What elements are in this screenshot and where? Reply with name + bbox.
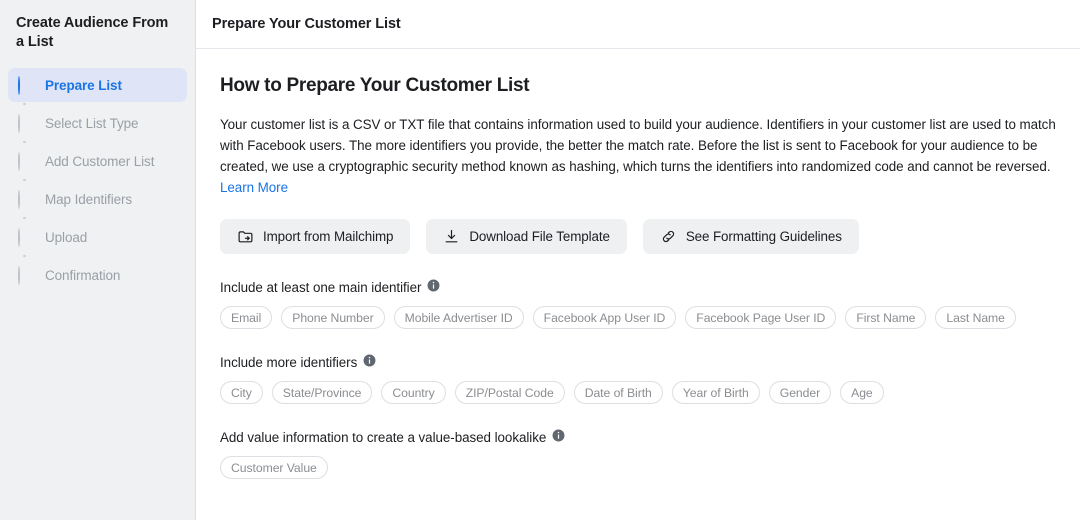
group-label-text: Add value information to create a value-… bbox=[220, 429, 547, 445]
sidebar-step-upload[interactable]: Upload bbox=[8, 220, 187, 254]
sidebar-step-map-identifiers[interactable]: Map Identifiers bbox=[8, 182, 187, 216]
chip-phone-number[interactable]: Phone Number bbox=[281, 306, 385, 329]
download-icon bbox=[443, 228, 460, 245]
empty-circle-icon bbox=[18, 227, 35, 247]
learn-more-link[interactable]: Learn More bbox=[220, 180, 288, 195]
sidebar-step-select-list-type[interactable]: Select List Type bbox=[8, 106, 187, 140]
sidebar-step-confirmation[interactable]: Confirmation bbox=[8, 258, 187, 292]
main-identifiers-group: Include at least one main identifier Ema… bbox=[220, 279, 1064, 329]
value-information-chips: Customer Value bbox=[220, 456, 1064, 479]
chip-facebook-app-user-id[interactable]: Facebook App User ID bbox=[532, 306, 677, 329]
empty-circle-icon bbox=[18, 265, 35, 285]
sidebar-step-label: Confirmation bbox=[45, 267, 121, 283]
chip-customer-value[interactable]: Customer Value bbox=[220, 456, 328, 479]
main-panel: Prepare Your Customer List How to Prepar… bbox=[196, 0, 1080, 520]
main-identifiers-chips: Email Phone Number Mobile Advertiser ID … bbox=[220, 306, 1064, 329]
chip-date-of-birth[interactable]: Date of Birth bbox=[573, 381, 663, 404]
sidebar-step-label: Upload bbox=[45, 229, 88, 245]
chip-state-province[interactable]: State/Province bbox=[271, 381, 373, 404]
chip-country[interactable]: Country bbox=[381, 381, 446, 404]
chip-age[interactable]: Age bbox=[840, 381, 884, 404]
chip-first-name[interactable]: First Name bbox=[845, 306, 927, 329]
download-file-template-button[interactable]: Download File Template bbox=[426, 219, 627, 254]
sidebar-step-add-customer-list[interactable]: Add Customer List bbox=[8, 144, 187, 178]
main-content: How to Prepare Your Customer List Your c… bbox=[196, 49, 1080, 479]
value-information-label: Add value information to create a value-… bbox=[220, 429, 1064, 445]
chip-last-name[interactable]: Last Name bbox=[935, 306, 1016, 329]
info-icon[interactable] bbox=[427, 279, 440, 295]
chip-facebook-page-user-id[interactable]: Facebook Page User ID bbox=[685, 306, 837, 329]
button-label: Download File Template bbox=[469, 229, 610, 244]
chip-year-of-birth[interactable]: Year of Birth bbox=[671, 381, 760, 404]
group-label-text: Include at least one main identifier bbox=[220, 279, 422, 295]
more-identifiers-group: Include more identifiers City State/Prov… bbox=[220, 354, 1064, 404]
main-header: Prepare Your Customer List bbox=[196, 0, 1080, 49]
empty-circle-icon bbox=[18, 189, 35, 209]
button-label: See Formatting Guidelines bbox=[685, 229, 842, 244]
see-formatting-guidelines-button[interactable]: See Formatting Guidelines bbox=[642, 219, 859, 254]
create-audience-wizard: Create Audience From a List Prepare List… bbox=[0, 0, 1080, 520]
action-button-row: Import from Mailchimp Download File Temp… bbox=[220, 219, 1064, 254]
intro-paragraph-text: Your customer list is a CSV or TXT file … bbox=[220, 117, 1056, 174]
folder-import-icon bbox=[237, 228, 254, 245]
empty-circle-icon bbox=[18, 113, 35, 133]
sidebar-step-label: Add Customer List bbox=[45, 153, 155, 169]
empty-circle-icon bbox=[18, 151, 35, 171]
sidebar-title: Create Audience From a List bbox=[16, 15, 169, 50]
button-label: Import from Mailchimp bbox=[263, 229, 394, 244]
chip-gender[interactable]: Gender bbox=[768, 381, 832, 404]
page-title: Prepare Your Customer List bbox=[212, 16, 401, 32]
chip-zip-postal-code[interactable]: ZIP/Postal Code bbox=[454, 381, 565, 404]
chip-email[interactable]: Email bbox=[220, 306, 273, 329]
wizard-steps: Prepare List Select List Type Add Custom… bbox=[8, 68, 187, 292]
group-label-text: Include more identifiers bbox=[220, 354, 358, 370]
import-from-mailchimp-button[interactable]: Import from Mailchimp bbox=[220, 219, 411, 254]
section-heading: How to Prepare Your Customer List bbox=[220, 75, 530, 96]
link-icon bbox=[660, 228, 677, 245]
sidebar-step-label: Select List Type bbox=[45, 115, 139, 131]
intro-paragraph: Your customer list is a CSV or TXT file … bbox=[220, 114, 1064, 198]
info-icon[interactable] bbox=[552, 429, 565, 445]
wizard-sidebar: Create Audience From a List Prepare List… bbox=[0, 0, 196, 520]
main-identifiers-label: Include at least one main identifier bbox=[220, 279, 1064, 295]
chip-city[interactable]: City bbox=[220, 381, 263, 404]
chip-mobile-advertiser-id[interactable]: Mobile Advertiser ID bbox=[393, 306, 524, 329]
sidebar-step-prepare-list[interactable]: Prepare List bbox=[8, 68, 187, 102]
info-icon[interactable] bbox=[363, 354, 376, 370]
sidebar-step-label: Prepare List bbox=[45, 77, 122, 93]
half-filled-circle-icon bbox=[18, 75, 35, 95]
more-identifiers-label: Include more identifiers bbox=[220, 354, 1064, 370]
more-identifiers-chips: City State/Province Country ZIP/Postal C… bbox=[220, 381, 1064, 404]
sidebar-step-label: Map Identifiers bbox=[45, 191, 133, 207]
value-information-group: Add value information to create a value-… bbox=[220, 429, 1064, 479]
